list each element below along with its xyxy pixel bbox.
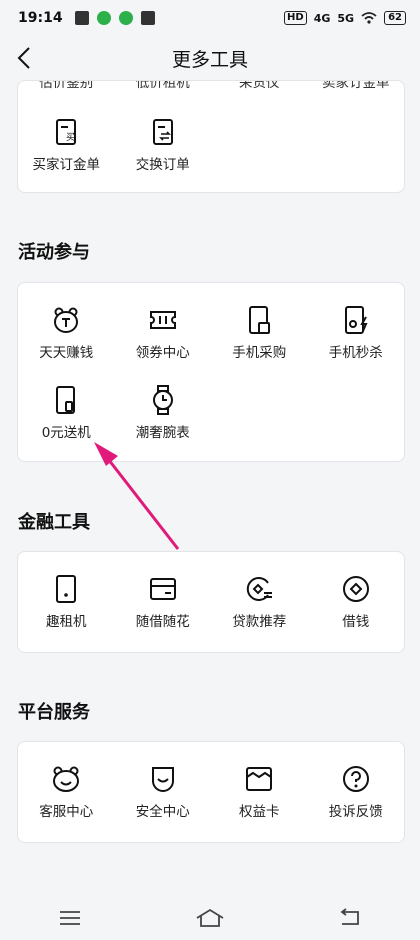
cut-label-3[interactable]: 采货仪	[211, 81, 308, 91]
back-nav-button[interactable]	[330, 898, 370, 938]
watch-icon	[152, 385, 173, 415]
tile-label: 随借随花	[135, 614, 190, 630]
tile-phone-purchase[interactable]: 手机采购	[211, 291, 308, 371]
battery-icon: 62	[384, 11, 406, 25]
benefit-card-icon	[246, 767, 273, 791]
tile-loan-recommend[interactable]: 贷款推荐	[211, 560, 308, 640]
tile-coupon-center[interactable]: 领券中心	[115, 291, 212, 371]
borrow-icon	[342, 576, 369, 602]
section-title-finance: 金融工具	[18, 512, 90, 533]
card-icon	[149, 578, 176, 600]
network-5g-icon: 5G	[337, 11, 355, 25]
platform-card: 客服中心 安全中心 权益卡 投诉反馈	[17, 741, 405, 843]
tile-exchange-order[interactable]: 交换订单	[115, 103, 212, 183]
nav-bar: 更多工具	[0, 36, 420, 80]
cut-label-1[interactable]: 估价鉴别	[18, 81, 115, 91]
tile-daily-earn[interactable]: 天天赚钱	[18, 291, 115, 371]
tile-benefit-card[interactable]: 权益卡	[211, 750, 308, 830]
menu-nav-button[interactable]	[50, 898, 90, 938]
page-title: 更多工具	[171, 48, 248, 71]
tile-label: 权益卡	[239, 804, 280, 820]
tile-label: 投诉反馈	[328, 804, 383, 820]
home-nav-button[interactable]	[190, 898, 230, 938]
tile-free-phone[interactable]: 0元送机	[18, 371, 115, 451]
tile-label: 买家订金单	[32, 157, 101, 173]
tile-label: 安全中心	[135, 804, 190, 820]
back-nav-icon	[340, 907, 359, 925]
finance-card: 趣租机 随借随花 贷款推荐 借钱	[17, 551, 405, 653]
bear-coin-icon	[54, 307, 79, 333]
hd-icon: HD	[284, 11, 307, 25]
network-4g-icon: 4G	[313, 11, 331, 25]
exchange-order-icon	[152, 119, 173, 145]
tools-card-partial: 估价鉴别 低价租机 采货仪 卖家订金单 买 买家订金单 交换订单	[17, 80, 405, 193]
tile-label: 客服中心	[39, 804, 94, 820]
status-time: 19:14	[18, 10, 63, 26]
tile-label: 天天赚钱	[39, 345, 94, 361]
tile-borrow-money[interactable]: 借钱	[308, 560, 405, 640]
section-title-activity: 活动参与	[18, 242, 90, 263]
notification-icons	[74, 11, 155, 25]
system-nav-bar	[0, 895, 420, 940]
tile-luxury-watch[interactable]: 潮奢腕表	[115, 371, 212, 451]
green-app-icon	[96, 11, 111, 25]
tile-label: 趣租机	[46, 614, 87, 630]
back-button[interactable]	[8, 42, 40, 74]
feedback-icon	[342, 766, 369, 792]
tile-label: 领券中心	[135, 345, 190, 361]
mail-notification-icon	[140, 11, 155, 25]
free-phone-icon	[56, 386, 76, 414]
tile-label: 贷款推荐	[232, 614, 287, 630]
customer-service-icon	[53, 766, 80, 792]
tile-label: 手机采购	[232, 345, 287, 361]
loan-icon	[247, 577, 273, 601]
tile-phone-flash-sale[interactable]: 手机秒杀	[308, 291, 405, 371]
tile-label: 潮奢腕表	[135, 425, 190, 441]
tile-label: 借钱	[342, 614, 370, 630]
cut-label-4[interactable]: 卖家订金单	[308, 81, 405, 91]
tile-label: 手机秒杀	[328, 345, 383, 361]
tile-complaint-feedback[interactable]: 投诉反馈	[308, 750, 405, 830]
phone-flash-sale-icon	[344, 306, 368, 334]
tile-label: 交换订单	[135, 157, 190, 173]
buyer-deposit-icon: 买	[56, 119, 77, 145]
system-icons: HD 4G 5G 62	[284, 11, 406, 25]
chevron-left-icon	[17, 47, 30, 69]
menu-icon	[60, 910, 80, 925]
tile-buyer-deposit[interactable]: 买 买家订金单	[18, 103, 115, 183]
cut-label-2[interactable]: 低价租机	[115, 81, 212, 91]
tile-customer-service[interactable]: 客服中心	[18, 750, 115, 830]
section-title-platform: 平台服务	[18, 702, 90, 723]
rent-phone-icon	[56, 575, 77, 603]
tile-security-center[interactable]: 安全中心	[115, 750, 212, 830]
activity-card: 天天赚钱 领券中心 手机采购 手机秒杀 0元送机 潮奢腕表	[17, 282, 405, 462]
cut-off-row: 估价鉴别 低价租机 采货仪 卖家订金单	[18, 81, 405, 91]
green-badge-icon	[118, 11, 133, 25]
home-icon	[196, 908, 224, 927]
coupon-icon	[149, 311, 176, 329]
app-notification-icon	[74, 11, 89, 25]
tile-borrow-spend[interactable]: 随借随花	[115, 560, 212, 640]
tile-label: 0元送机	[41, 425, 91, 441]
wifi-icon	[361, 12, 377, 24]
tile-rent-phone[interactable]: 趣租机	[18, 560, 115, 640]
phone-purchase-icon	[249, 306, 271, 334]
status-bar: 19:14 HD 4G 5G 62	[0, 0, 420, 36]
svg-text:买: 买	[66, 132, 75, 143]
security-icon	[151, 767, 174, 792]
